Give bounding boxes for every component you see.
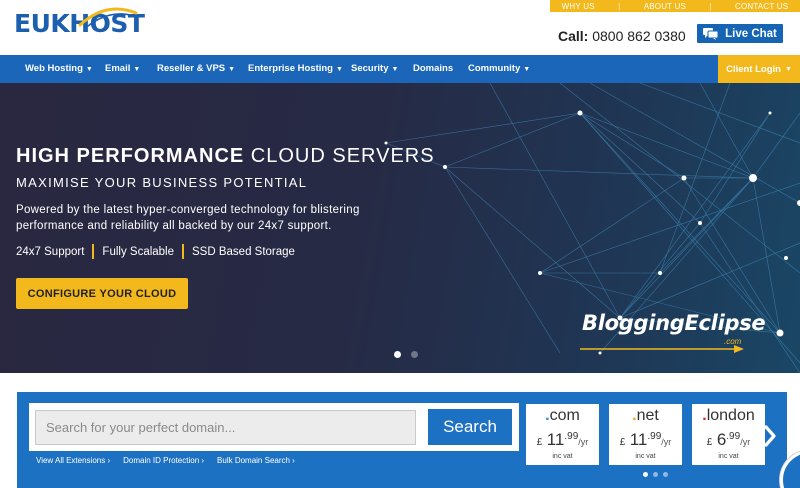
tld-name: .london	[692, 407, 765, 425]
top-link-separator: |	[709, 1, 712, 11]
nav-item-security[interactable]: Security ▼	[351, 55, 398, 83]
tld-period: /yr	[740, 437, 751, 447]
tld-price-decimal: .99	[564, 431, 579, 442]
tld-label: net	[636, 407, 659, 424]
top-link-contact-us[interactable]: CONTACT US	[735, 2, 788, 11]
nav-item-reseller-vps[interactable]: Reseller & VPS ▼	[157, 55, 235, 83]
slider-dot[interactable]	[411, 351, 418, 358]
nav-item-email[interactable]: Email ▼	[105, 55, 140, 83]
domain-search-box: Search	[29, 403, 519, 451]
slider-dot[interactable]	[394, 351, 401, 358]
hero-features: 24x7 Support Fully Scalable SSD Based St…	[16, 244, 295, 259]
nav-item-label: Web Hosting	[25, 63, 83, 74]
domain-id-protection-link[interactable]: Domain ID Protection ›	[123, 456, 204, 465]
hero-title: HIGH PERFORMANCE CLOUD SERVERS	[16, 145, 435, 168]
eukhost-logo[interactable]: EUKHOST	[14, 7, 145, 36]
call-label: Call:	[558, 28, 589, 44]
tld-name: .net	[609, 407, 682, 425]
nav-item-web-hosting[interactable]: Web Hosting ▼	[25, 55, 93, 83]
hero-subtitle: MAXIMISE YOUR BUSINESS POTENTIAL	[16, 175, 308, 190]
chevron-down-icon: ▼	[784, 65, 792, 73]
tld-price-main: 6	[716, 430, 727, 449]
nav-item-label: Domains	[413, 63, 454, 74]
feature-scalable: Fully Scalable	[102, 245, 175, 258]
logo-swoosh-icon	[78, 7, 138, 27]
domain-links: View All Extensions › Domain ID Protecti…	[36, 456, 295, 465]
tld-name: .com	[526, 407, 599, 425]
main-navigation: Web Hosting ▼ Email ▼ Reseller & VPS ▼ Ente…	[0, 55, 800, 83]
tld-period: /yr	[578, 437, 589, 447]
hero-banner: HIGH PERFORMANCE CLOUD SERVERS MAXIMISE …	[0, 83, 800, 373]
tld-price: £ 6.99/yr	[692, 430, 765, 450]
nav-item-label: Community	[468, 63, 521, 74]
tld-currency: £	[619, 437, 626, 448]
carousel-dot[interactable]	[643, 472, 648, 477]
tld-label: london	[706, 407, 755, 424]
carousel-dot[interactable]	[663, 472, 668, 477]
tld-price: £ 11.99/yr	[609, 430, 682, 450]
tld-price: £ 11.99/yr	[526, 430, 599, 450]
nav-item-label: Reseller & VPS	[157, 63, 226, 74]
tld-card-london[interactable]: .london £ 6.99/yr inc vat	[692, 404, 765, 465]
top-link-why-us[interactable]: WHY US	[562, 2, 595, 11]
tld-vat: inc vat	[718, 453, 739, 460]
domain-search-panel: Search View All Extensions › Domain ID P…	[17, 392, 787, 488]
top-link-separator: |	[618, 1, 621, 11]
feature-storage: SSD Based Storage	[192, 245, 295, 258]
hero-title-bold: HIGH PERFORMANCE	[16, 145, 245, 167]
chevron-right-icon[interactable]	[763, 425, 777, 447]
site-header: EUKHOST WHY US | ABOUT US | CONTACT US C…	[0, 0, 800, 55]
top-links-bar: WHY US | ABOUT US | CONTACT US	[550, 0, 800, 12]
slider-dots	[394, 351, 418, 358]
chevron-down-icon: ▼	[523, 66, 531, 73]
watermark-text: BloggingEclipse	[582, 311, 766, 335]
tld-price-main: 11	[629, 430, 648, 449]
live-chat-label: Live Chat	[725, 27, 777, 40]
nav-item-label: Email	[105, 63, 131, 74]
chevron-down-icon: ▼	[336, 66, 343, 73]
hero-description: Powered by the latest hyper-converged te…	[16, 204, 360, 232]
view-all-extensions-link[interactable]: View All Extensions ›	[36, 456, 110, 465]
watermark-arrow-icon	[580, 345, 744, 353]
domain-search-input[interactable]	[35, 410, 416, 445]
chevron-down-icon: ▼	[391, 66, 399, 73]
chat-bubble-icon	[703, 27, 719, 40]
tld-card-com[interactable]: .com £ 11.99/yr inc vat	[526, 404, 599, 465]
domain-search-button[interactable]: Search	[428, 409, 512, 445]
client-login-button[interactable]: Client Login ▼	[718, 55, 800, 83]
tld-price-main: 11	[546, 430, 565, 449]
hero-title-rest: CLOUD SERVERS	[250, 145, 435, 167]
feature-support: 24x7 Support	[16, 245, 85, 258]
nav-item-label: Enterprise Hosting	[248, 63, 333, 74]
tld-currency: £	[706, 437, 713, 448]
nav-item-enterprise-hosting[interactable]: Enterprise Hosting ▼	[248, 55, 343, 83]
tld-carousel-dots	[643, 472, 668, 477]
live-chat-button[interactable]: Live Chat	[697, 24, 783, 43]
chevron-down-icon: ▼	[133, 66, 141, 73]
top-link-about-us[interactable]: ABOUT US	[644, 2, 686, 11]
nav-item-label: Security	[351, 63, 389, 74]
tld-currency: £	[536, 437, 543, 448]
tld-price-decimal: .99	[647, 431, 662, 442]
tld-vat: inc vat	[635, 453, 656, 460]
bulk-domain-search-link[interactable]: Bulk Domain Search ›	[217, 456, 295, 465]
chevron-down-icon: ▼	[85, 66, 93, 73]
call-number[interactable]: Call: 0800 862 0380	[558, 28, 686, 44]
feature-divider	[182, 244, 185, 259]
tld-price-decimal: .99	[726, 431, 741, 442]
tld-card-net[interactable]: .net £ 11.99/yr inc vat	[609, 404, 682, 465]
client-login-label: Client Login	[726, 63, 781, 75]
chevron-down-icon: ▼	[228, 66, 236, 73]
tld-period: /yr	[661, 437, 672, 447]
configure-cloud-button[interactable]: CONFIGURE YOUR CLOUD	[16, 278, 188, 309]
carousel-dot[interactable]	[653, 472, 658, 477]
tld-label: com	[549, 407, 580, 424]
phone-number: 0800 862 0380	[592, 28, 686, 44]
nav-item-domains[interactable]: Domains	[413, 55, 453, 83]
nav-item-community[interactable]: Community ▼	[468, 55, 530, 83]
tld-vat: inc vat	[552, 453, 573, 460]
feature-divider	[92, 244, 95, 259]
